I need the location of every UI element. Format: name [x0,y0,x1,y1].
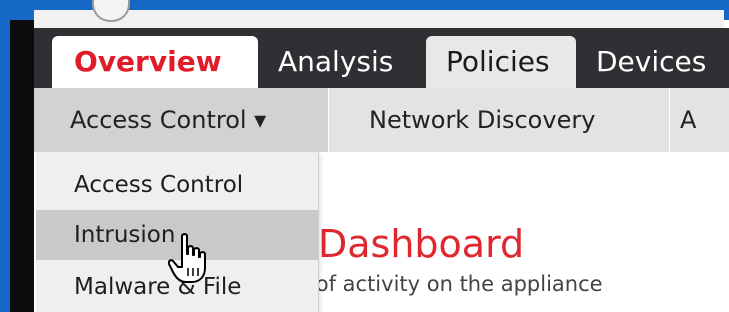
page-title: Dashboard [318,222,525,266]
left-window-edge [10,20,34,312]
window-border-left [0,0,10,312]
menu-item-access-control[interactable]: Access Control [36,160,318,210]
app-window: Overview Analysis Policies Devices Acces… [0,0,729,312]
subnav-network-discovery[interactable]: Network Discovery [329,88,669,152]
sub-navigation: Access Control ▾ Network Discovery A [34,88,729,153]
tab-devices[interactable]: Devices [588,36,728,88]
app-logo-icon [92,0,130,22]
tab-analysis[interactable]: Analysis [274,36,414,88]
subnav-access-control[interactable]: Access Control ▾ [34,88,328,152]
browser-chrome-strip [34,0,724,28]
main-navigation: Overview Analysis Policies Devices [34,28,729,88]
tab-policies[interactable]: Policies [426,36,576,88]
subnav-divider [669,88,670,152]
hand-pointer-icon [168,233,206,283]
page-subtitle: ry of activity on the appliance [288,272,603,296]
subnav-item-truncated[interactable]: A [680,88,729,152]
tab-overview[interactable]: Overview [52,36,258,88]
